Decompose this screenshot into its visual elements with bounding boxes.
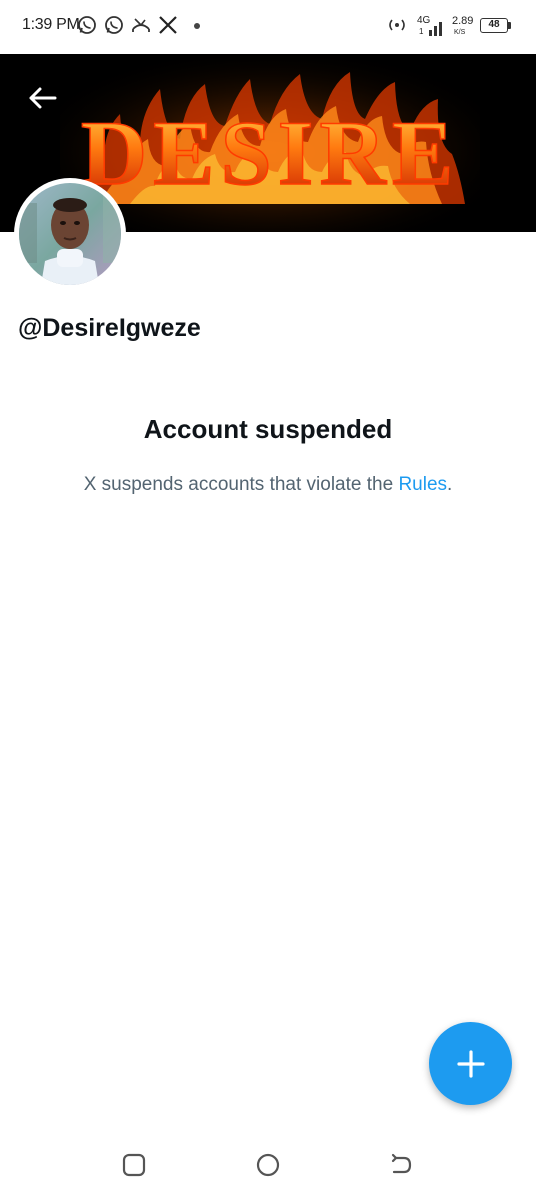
avatar-image — [19, 183, 121, 285]
battery-nub — [508, 22, 511, 29]
status-time: 1:39 PM — [22, 16, 80, 33]
rules-link[interactable]: Rules — [398, 474, 447, 495]
network-sub: 1 — [419, 27, 424, 36]
arrow-left-icon — [29, 87, 57, 109]
suspended-title: Account suspended — [143, 414, 393, 444]
home-circle-icon — [256, 1153, 280, 1177]
suspended-message-prefix: X suspends accounts that violate the — [83, 474, 399, 495]
whatsapp-icon — [105, 16, 123, 34]
compose-fab-button[interactable] — [429, 1022, 512, 1105]
recents-button[interactable] — [119, 1150, 149, 1180]
banner-title-text: DESIRE — [81, 102, 460, 204]
status-bar: 1:39 PM 4G 1 2.89 K/S 48 — [0, 0, 536, 54]
network-speed: 2.89 — [452, 15, 474, 27]
recents-icon — [122, 1153, 146, 1177]
back-nav-button[interactable] — [386, 1150, 416, 1180]
signal-icon — [429, 22, 442, 36]
battery-indicator: 48 — [480, 18, 508, 33]
back-nav-icon — [391, 1153, 412, 1174]
plus-icon — [456, 1049, 485, 1078]
banner-fire-title: DESIRE — [60, 54, 480, 232]
network-speed-unit: K/S — [454, 29, 466, 36]
system-nav-bar — [0, 1130, 536, 1200]
back-button[interactable] — [20, 76, 64, 120]
suspended-message-suffix: . — [447, 474, 453, 495]
profile-handle: @DesireIgweze — [18, 314, 201, 342]
dot-icon — [194, 23, 200, 29]
hotspot-icon — [389, 19, 405, 31]
profile-photo — [19, 183, 121, 285]
x-logo-icon — [159, 16, 177, 34]
whatsapp-icon — [78, 16, 96, 34]
home-button[interactable] — [253, 1150, 283, 1180]
suspended-message: X suspends accounts that violate the Rul… — [0, 474, 536, 496]
missed-call-icon — [132, 18, 150, 32]
avatar[interactable] — [14, 178, 126, 290]
